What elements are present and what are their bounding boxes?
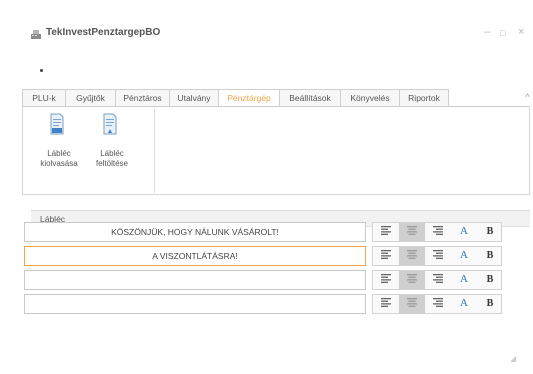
- font-size-button[interactable]: A: [451, 271, 477, 289]
- footer-line-input[interactable]: A VISZONTLÁTÁSRA!: [24, 246, 366, 266]
- tab-riportok[interactable]: Riportok: [399, 89, 449, 107]
- title-bar: TekInvestPenztargepBO – □ ×: [22, 12, 533, 46]
- document-upload-icon: [103, 113, 117, 135]
- footer-line-input[interactable]: KÖSZÖNJÜK, HOGY NÁLUNK VÁSÁROLT!: [24, 222, 366, 242]
- align-center-icon[interactable]: [399, 247, 425, 265]
- upload-footer-label: Lábléc feltöltése: [95, 149, 129, 168]
- close-button[interactable]: ×: [518, 26, 524, 38]
- align-right-icon[interactable]: [425, 247, 451, 265]
- bold-icon: B: [486, 250, 494, 261]
- bold-icon: B: [486, 298, 494, 309]
- align-left-icon[interactable]: [373, 247, 399, 265]
- font-size-icon: A: [460, 297, 468, 309]
- tab-beallitasok[interactable]: Beállítások: [279, 89, 341, 107]
- align-left-icon[interactable]: [373, 223, 399, 241]
- align-center-icon[interactable]: [399, 271, 425, 289]
- tab-gyujtok[interactable]: Gyűjtők: [65, 89, 116, 107]
- bold-icon: B: [486, 226, 494, 237]
- app-logo-icon: [31, 30, 41, 39]
- align-right-icon[interactable]: [425, 271, 451, 289]
- align-right-icon[interactable]: [425, 223, 451, 241]
- font-size-button[interactable]: A: [451, 295, 477, 313]
- align-center-icon[interactable]: [399, 295, 425, 313]
- app-window: TekInvestPenztargepBO – □ × PLU-k Gyűjtő…: [22, 12, 533, 374]
- ribbon-tabs: PLU-k Gyűjtők Pénztáros Utalvány Pénztár…: [22, 89, 533, 107]
- upload-footer-button[interactable]: Lábléc feltöltése: [88, 109, 132, 189]
- ribbon-collapse-icon[interactable]: ^: [522, 89, 533, 107]
- tab-utalvany[interactable]: Utalvány: [169, 89, 219, 107]
- read-footer-label: Lábléc kiolvasása: [40, 149, 78, 168]
- tab-penztargep[interactable]: Pénztárgép: [218, 89, 280, 107]
- read-footer-button[interactable]: Lábléc kiolvasása: [35, 109, 79, 189]
- font-size-button[interactable]: A: [451, 247, 477, 265]
- bold-button[interactable]: B: [477, 247, 503, 265]
- font-size-icon: A: [460, 249, 468, 261]
- maximize-button[interactable]: □: [500, 28, 505, 38]
- resize-grip-icon[interactable]: ◢: [510, 354, 516, 363]
- footer-line-row: A VISZONTLÁTÁSRA! A B: [24, 246, 505, 266]
- bold-button[interactable]: B: [477, 295, 503, 313]
- align-left-icon[interactable]: [373, 271, 399, 289]
- line-format-toolbar: A B: [372, 294, 502, 314]
- ribbon-group-footer: Lábléc kiolvasása Lábléc feltöltése: [26, 109, 155, 193]
- align-right-icon[interactable]: [425, 295, 451, 313]
- tab-konyveles[interactable]: Könyvelés: [340, 89, 400, 107]
- line-format-toolbar: A B: [372, 222, 502, 242]
- footer-line-row: A B: [24, 294, 505, 314]
- line-format-toolbar: A B: [372, 270, 502, 290]
- footer-line-row: A B: [24, 270, 505, 290]
- line-format-toolbar: A B: [372, 246, 502, 266]
- font-size-icon: A: [460, 225, 468, 237]
- align-center-icon[interactable]: [399, 223, 425, 241]
- footer-line-row: KÖSZÖNJÜK, HOGY NÁLUNK VÁSÁROLT! A B: [24, 222, 505, 242]
- font-size-icon: A: [460, 273, 468, 285]
- bold-icon: B: [486, 274, 494, 285]
- bold-button[interactable]: B: [477, 223, 503, 241]
- ribbon-panel: Lábléc kiolvasása Lábléc feltöltése: [22, 106, 530, 195]
- document-download-icon: [50, 113, 64, 135]
- footer-line-input[interactable]: [24, 294, 366, 314]
- bold-button[interactable]: B: [477, 271, 503, 289]
- tab-penztaros[interactable]: Pénztáros: [115, 89, 170, 107]
- footer-line-input[interactable]: [24, 270, 366, 290]
- minimize-button[interactable]: –: [484, 26, 490, 38]
- quick-access-toolbar[interactable]: [40, 69, 43, 72]
- font-size-button[interactable]: A: [451, 223, 477, 241]
- app-title: TekInvestPenztargepBO: [46, 27, 161, 38]
- align-left-icon[interactable]: [373, 295, 399, 313]
- tab-plu[interactable]: PLU-k: [22, 89, 66, 107]
